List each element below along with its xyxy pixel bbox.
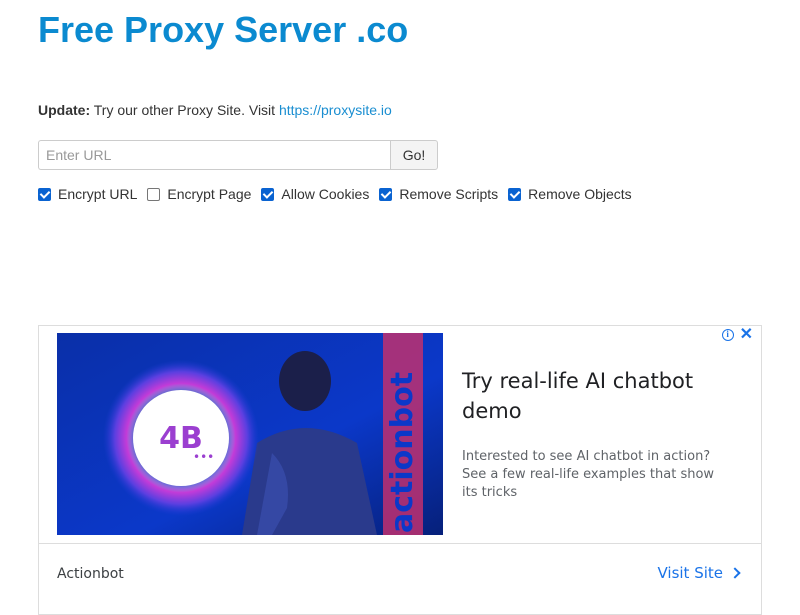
checkbox-remove-objects[interactable]	[508, 187, 522, 201]
option-label: Remove Objects	[528, 186, 632, 202]
ad-headline[interactable]: Try real-life AI chatbot demo	[462, 366, 742, 426]
proxy-options: Encrypt URL Encrypt Page Allow Cookies R…	[38, 186, 642, 202]
option-allow-cookies[interactable]: Allow Cookies	[261, 186, 369, 202]
close-icon[interactable]: ✕	[740, 327, 753, 343]
svg-text:•••: •••	[193, 450, 214, 464]
ad-controls: i ✕	[721, 327, 753, 343]
go-button[interactable]: Go!	[390, 140, 438, 170]
option-remove-objects[interactable]: Remove Objects	[508, 186, 632, 202]
ad-brand-text: actionbot	[385, 372, 420, 533]
page-title: Free Proxy Server .co	[38, 9, 409, 50]
option-label: Remove Scripts	[399, 186, 499, 202]
checkbox-encrypt-url[interactable]	[38, 187, 51, 201]
update-text: Try our other Proxy Site. Visit	[93, 102, 276, 118]
proxysite-link[interactable]: https://proxysite.io	[279, 102, 392, 118]
update-label: Update:	[38, 102, 91, 118]
option-label: Encrypt Page	[167, 186, 252, 202]
advertisement[interactable]: i ✕ 4B ••• actionbot Try real-life AI ch…	[38, 325, 762, 615]
ad-footer: Actionbot Visit Site	[39, 543, 761, 615]
update-notice: Update: Try our other Proxy Site. Visit …	[38, 102, 392, 118]
checkbox-remove-scripts[interactable]	[379, 187, 393, 201]
url-form: Go!	[38, 140, 438, 170]
ad-description: Interested to see AI chatbot in action? …	[462, 449, 715, 500]
option-encrypt-url[interactable]: Encrypt URL	[38, 186, 137, 202]
visit-site-button[interactable]: Visit Site	[657, 564, 741, 582]
option-encrypt-page[interactable]: Encrypt Page	[147, 186, 251, 202]
checkbox-allow-cookies[interactable]	[261, 187, 275, 201]
chevron-right-icon	[729, 567, 741, 579]
url-input[interactable]	[38, 140, 390, 170]
option-remove-scripts[interactable]: Remove Scripts	[379, 186, 498, 202]
info-icon[interactable]: i	[721, 329, 734, 341]
visit-site-label: Visit Site	[657, 564, 723, 582]
option-label: Encrypt URL	[58, 186, 138, 202]
option-label: Allow Cookies	[281, 186, 370, 202]
checkbox-encrypt-page[interactable]	[147, 187, 161, 201]
advertiser-name: Actionbot	[57, 566, 124, 582]
ad-image[interactable]: 4B ••• actionbot	[57, 333, 443, 535]
